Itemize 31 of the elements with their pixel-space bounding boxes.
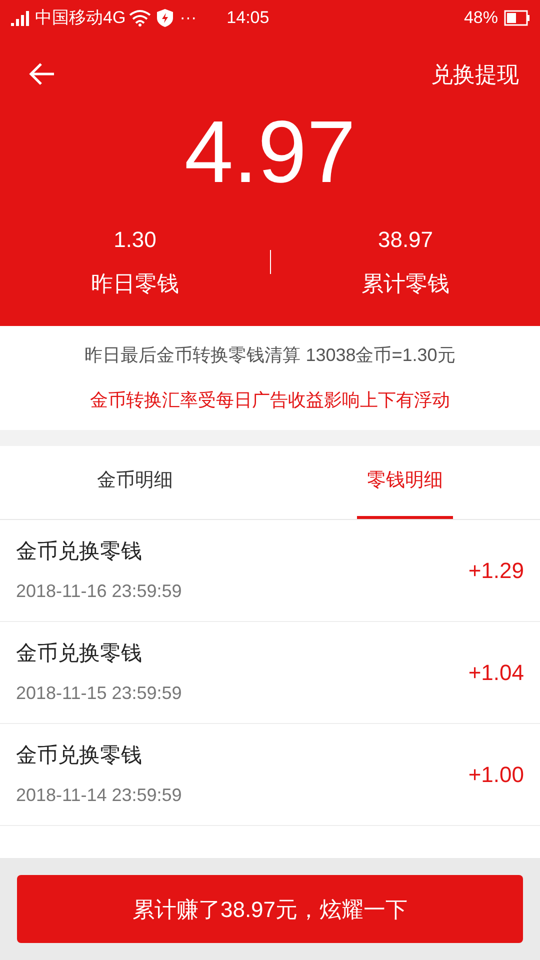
clock-text: 14:05 (226, 7, 270, 30)
record-time: 2018-11-14 23:59:59 (16, 784, 182, 807)
record-amount: +1.00 (468, 761, 524, 789)
stat-label: 昨日零钱 (91, 270, 179, 298)
record-title: 金币兑换零钱 (16, 641, 143, 668)
settlement-text: 昨日最后金币转换零钱清算 13038金币=1.30元 (84, 344, 456, 367)
battery-icon (504, 10, 530, 26)
balance-amount: 4.97 (183, 108, 357, 196)
signal-icon (10, 10, 32, 26)
wifi-icon (128, 9, 151, 27)
record-time: 2018-11-15 23:59:59 (16, 682, 182, 705)
carrier-text: 中国移动4G (35, 7, 126, 30)
record-amount: +1.04 (468, 659, 524, 687)
exchange-withdraw-link[interactable]: 兑换提现 (431, 58, 519, 90)
record-row[interactable]: 金币兑换零钱 2018-11-15 23:59:59 +1.04 (0, 622, 540, 724)
record-title: 金币兑换零钱 (16, 539, 143, 566)
tab[interactable]: 金币明细 (87, 446, 183, 519)
battery-text: 48% (464, 7, 498, 30)
more-text: ··· (180, 7, 197, 30)
share-button[interactable]: 累计赚了38.97元，炫耀一下 (17, 875, 523, 943)
record-amount: +1.29 (468, 557, 524, 585)
record-time: 2018-11-16 23:59:59 (16, 580, 182, 603)
record-title: 金币兑换零钱 (16, 743, 143, 770)
shield-icon (156, 8, 174, 28)
stat-value: 1.30 (114, 226, 156, 254)
stat-label: 累计零钱 (362, 270, 450, 298)
tab[interactable]: 零钱明细 (357, 446, 453, 519)
stat-value: 38.97 (378, 226, 434, 254)
record-row[interactable]: 金币兑换零钱 2018-11-16 23:59:59 +1.29 (0, 520, 540, 622)
record-row[interactable]: 金币兑换零钱 2018-11-14 23:59:59 +1.00 (0, 724, 540, 826)
rate-warning-text: 金币转换汇率受每日广告收益影响上下有浮动 (90, 389, 450, 412)
